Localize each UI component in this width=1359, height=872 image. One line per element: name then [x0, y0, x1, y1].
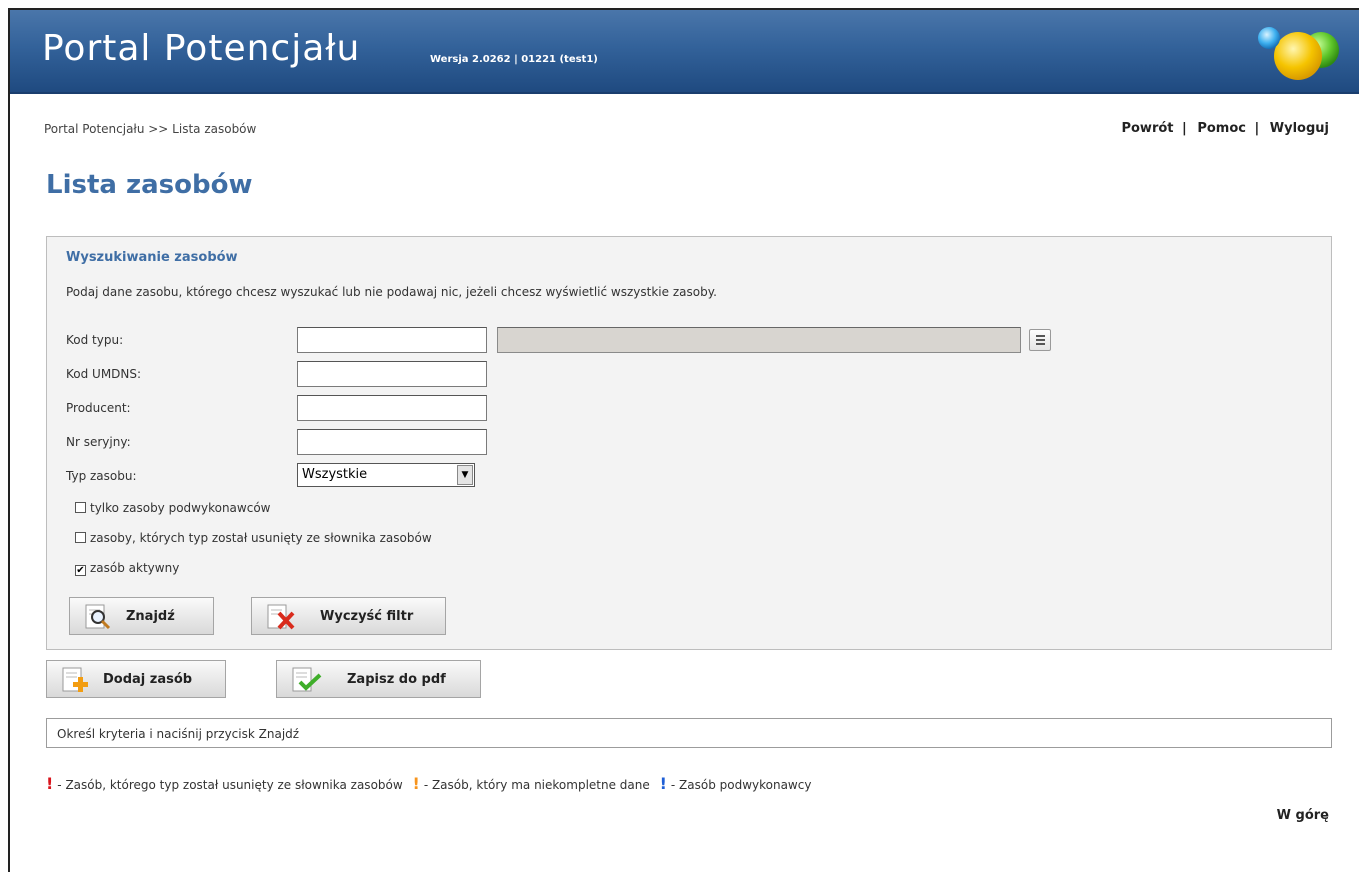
legend: ! - Zasób, którego typ został usunięty ze…	[46, 774, 817, 793]
serial-number-label: Nr seryjny:	[66, 435, 131, 449]
status-message: Określ kryteria i naciśnij przycisk Znaj…	[57, 727, 300, 741]
help-link[interactable]: Pomoc	[1197, 121, 1246, 136]
red-exclamation-icon: !	[46, 774, 54, 793]
check-icon	[292, 667, 322, 692]
producer-input[interactable]	[297, 395, 487, 421]
app-window: Portal Potencjału Wersja 2.0262 | 01221 …	[8, 8, 1359, 872]
legend-item: - Zasób podwykonawcy	[670, 778, 812, 792]
deleted-type-label: zasoby, których typ został usunięty ze s…	[90, 531, 432, 545]
search-panel-title: Wyszukiwanie zasobów	[66, 250, 238, 265]
status-message-box: Określ kryteria i naciśnij przycisk Znaj…	[46, 718, 1332, 748]
resource-type-label: Typ zasobu:	[66, 469, 137, 483]
umdns-code-label: Kod UMDNS:	[66, 367, 142, 381]
chevron-down-icon[interactable]: ▼	[457, 465, 473, 485]
breadcrumb[interactable]: Portal Potencjału >> Lista zasobów	[44, 122, 256, 136]
subcontractor-only-label: tylko zasoby podwykonawców	[90, 501, 271, 515]
subcontractor-only-option[interactable]: tylko zasoby podwykonawców	[75, 501, 270, 515]
clear-x-icon	[267, 604, 295, 630]
resource-type-value: Wszystkie	[302, 467, 368, 482]
resource-type-select[interactable]: Wszystkie ▼	[297, 463, 475, 487]
back-to-top-link[interactable]: W górę	[1277, 808, 1329, 823]
subcontractor-only-checkbox[interactable]	[75, 502, 86, 513]
serial-number-input[interactable]	[297, 429, 487, 455]
active-resource-option[interactable]: ✔ zasób aktywny	[75, 561, 179, 576]
clear-filter-label: Wyczyść filtr	[320, 609, 414, 624]
orange-exclamation-icon: !	[412, 774, 420, 793]
legend-item: - Zasób, który ma niekompletne dane	[423, 778, 650, 792]
find-button-label: Znajdź	[126, 609, 175, 624]
back-link[interactable]: Powrót	[1121, 121, 1173, 136]
deleted-type-checkbox[interactable]	[75, 532, 86, 543]
add-plus-icon	[62, 667, 88, 692]
page-title: Lista zasobów	[46, 170, 253, 200]
search-panel: Wyszukiwanie zasobów Podaj dane zasobu, …	[46, 236, 1332, 650]
umdns-code-input[interactable]	[297, 361, 487, 387]
logout-link[interactable]: Wyloguj	[1270, 121, 1329, 136]
type-picker-button[interactable]	[1029, 329, 1051, 351]
type-code-label: Kod typu:	[66, 333, 124, 347]
separator: |	[1182, 121, 1187, 136]
active-resource-label: zasób aktywny	[90, 561, 180, 575]
save-pdf-button[interactable]: Zapisz do pdf	[276, 660, 481, 698]
active-resource-checkbox[interactable]: ✔	[75, 565, 86, 576]
add-resource-label: Dodaj zasób	[103, 672, 193, 687]
blue-exclamation-icon: !	[659, 774, 667, 793]
legend-item: - Zasób, którego typ został usunięty ze …	[57, 778, 403, 792]
save-pdf-label: Zapisz do pdf	[347, 672, 446, 687]
app-version: Wersja 2.0262 | 01221 (test1)	[430, 54, 598, 65]
app-title: Portal Potencjału	[42, 28, 361, 69]
deleted-type-option[interactable]: zasoby, których typ został usunięty ze s…	[75, 531, 432, 545]
type-name-field	[497, 327, 1021, 353]
clear-filter-button[interactable]: Wyczyść filtr	[251, 597, 446, 635]
find-button[interactable]: Znajdź	[69, 597, 214, 635]
add-resource-button[interactable]: Dodaj zasób	[46, 660, 226, 698]
separator: |	[1254, 121, 1260, 136]
top-links: Powrót | Pomoc | Wyloguj	[1121, 121, 1329, 136]
search-description: Podaj dane zasobu, którego chcesz wyszuk…	[66, 285, 717, 299]
type-code-input[interactable]	[297, 327, 487, 353]
magnifier-icon	[85, 604, 111, 630]
header-bar: Portal Potencjału Wersja 2.0262 | 01221 …	[10, 10, 1359, 94]
producer-label: Producent:	[66, 401, 131, 415]
logo-bubbles-icon	[1258, 27, 1339, 80]
